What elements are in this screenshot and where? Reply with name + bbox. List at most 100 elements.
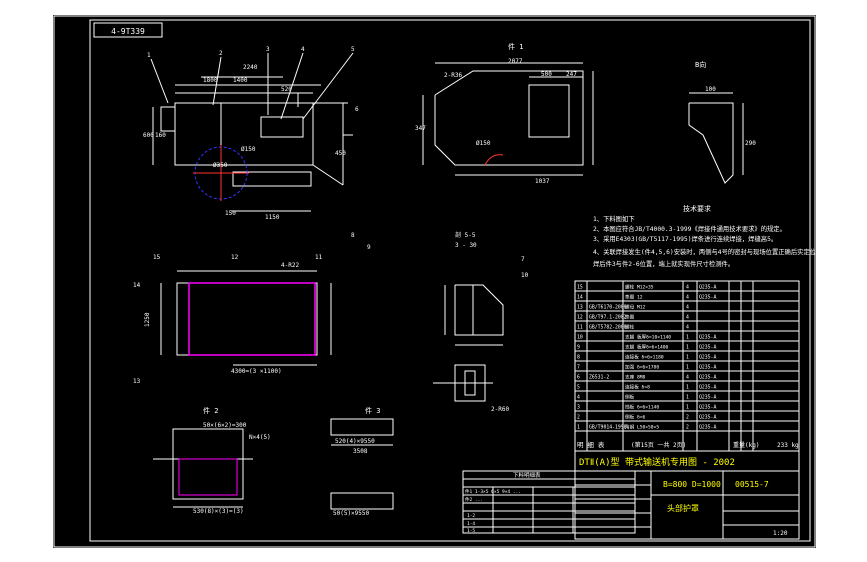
bom-cell: 11 [577,325,583,331]
bom-cell: 支腿 板厚δ=6×1400 [625,344,669,351]
bom-cell: 13 [577,305,583,311]
dim-290: 290 [745,140,756,147]
bom-cell: 2 [686,415,689,421]
bom-cell: GB/T5782-2000 [589,325,627,331]
bom-cell: 5 [577,385,580,391]
dim-160: 160 [155,132,166,139]
bom-cell: Q235-A [699,295,716,301]
bom-cell: 1 [686,355,689,361]
bom-footer-left: 明 细 表 [577,440,605,449]
bom-cell: 1 [686,365,689,371]
balloon-4: 4 [301,46,305,53]
balloon-7: 7 [521,256,525,263]
bom-cell: 1 [686,335,689,341]
bom-cell: 1 [686,345,689,351]
balloon-11: 11 [315,254,323,261]
bom-cell: Q235-A [699,385,716,391]
dim-450: 450 [335,150,346,157]
detail-bolt-view [433,364,493,402]
bom-cell: 角钢 L50×50×5 [625,424,659,431]
balloon-15: 15 [153,254,161,261]
note-4: 4、关联焊接发生(件4,5,6)安装时，两侧与4号的密封与现场位置正确后实定位焊… [593,247,816,256]
bom-cell: 加强 δ=6×1780 [625,364,659,371]
bom-cell: 7 [577,365,580,371]
view-1-label: 件 1 [508,42,523,51]
view-3-bottom [330,418,394,510]
bom-cell: 1 [577,425,580,431]
cut-row-5: 1-5 [467,528,475,534]
bom-cell: Q235-A [699,285,716,291]
bom-cell: 6 [577,375,580,381]
bom-cell: Q235-A [699,405,716,411]
bom-cell: 垫圈 [625,314,635,321]
bom-footer-val: 233 kg [777,442,799,449]
bom-rows: 15 螺栓 M12×35 4 Q235-A14 垫圈 12 4 Q235-A13 GB/T61… [575,284,799,432]
balloon-1: 1 [147,52,151,59]
bom-cell: Z6531-2 [589,375,609,381]
bom-cell: 螺栓 [625,324,635,331]
dim-347: 347 [415,125,426,132]
dim-2077: 2077 [508,58,523,65]
view-2-gasket [188,282,316,356]
title-part: 头部护罩 [667,503,699,513]
dim-4r22: 4-R22 [281,262,299,269]
bom-cell: GB/T97.1-2002 [589,315,627,321]
bom-cell: GB/T9014-1998 [589,425,627,431]
bom-cell: 连接板 δ=6×1180 [625,354,664,361]
title-code: 00515-7 [735,480,769,489]
cad-drawing: 4-9T339 2240 1400 1800 520 160 Ø350 Ø150… [53,15,816,548]
dim-5630: 50(5)×9550 [333,510,370,517]
section-5-sub: 3 - 30 [455,242,477,249]
bom-cell: Q235-A [699,335,716,341]
balloon-12: 12 [231,254,239,261]
balloon-10: 10 [521,272,529,279]
view-1-plan [152,76,353,212]
bom-footer-right: 重量(kg) [733,441,759,449]
bom-cell: 2 [577,415,580,421]
bom-cell: 8 [577,355,580,361]
bom-cell: 4 [686,375,689,381]
cut-row-2: 件2 ... [465,496,483,503]
dim-100: 100 [705,86,716,93]
dim-phi: Ø350 [213,162,228,169]
bom-cell: 4 [686,285,689,291]
dim-phi2: Ø150 [241,146,256,153]
balloon-9: 9 [367,244,371,251]
view-3-label: 件 3 [365,406,380,415]
bom-cell: 侧板 [625,394,635,401]
dim-phi-150: Ø150 [476,140,491,147]
dim-3508: 3508 [353,448,368,455]
bom-cell: Q235-A [699,355,716,361]
bom-cell: 9 [577,345,580,351]
arc-r [484,154,504,166]
dim-4300: 4300=(3 ×1100) [231,368,282,375]
bom-cell: Q235-A [699,345,716,351]
view-2-plan [160,270,332,366]
dim-9550: 520(4)×9550 [335,438,375,445]
bom-cell: 3 [577,405,580,411]
bom-footer-mid: (第15页 一共 2页) [631,441,686,449]
balloon-6: 6 [355,106,359,113]
section-5-label: 剖 5-5 [455,231,476,239]
bom-cell: 14 [577,295,583,301]
dim-600: 600 [143,132,154,139]
dim-1250: 1250 [144,312,151,327]
dim-5000: 50×(6×2)=300 [203,422,247,429]
bom-cell: Q235-A [699,395,716,401]
stamp-text: 4-9T339 [111,27,145,36]
drawing-canvas: 4-9T339 2240 1400 1800 520 160 Ø350 Ø150… [53,15,816,548]
section-b-label: B向 [695,60,706,69]
bom-cell: Q235-A [699,415,716,421]
dim-1800: 1800 [203,77,218,84]
note-3: 3、采用E4303(GB/T5117-1995)焊条进行连续焊接，焊缝高5。 [593,234,777,243]
bom-cell: 4 [686,295,689,301]
bom-cell: Q235-A [699,375,716,381]
section-5-view [444,284,504,346]
bom-cell: 10 [577,335,583,341]
bom-cell: 4 [686,305,689,311]
title-scale: 1:20 [773,530,788,537]
notes-title: 技术要求 [683,204,711,213]
note-2: 2、本图应符合JB/T4000.3-1999《焊接件通用技术要求》的规定。 [593,224,786,233]
bom-cell: 1 [686,385,689,391]
bom-cell: 1 [686,395,689,401]
